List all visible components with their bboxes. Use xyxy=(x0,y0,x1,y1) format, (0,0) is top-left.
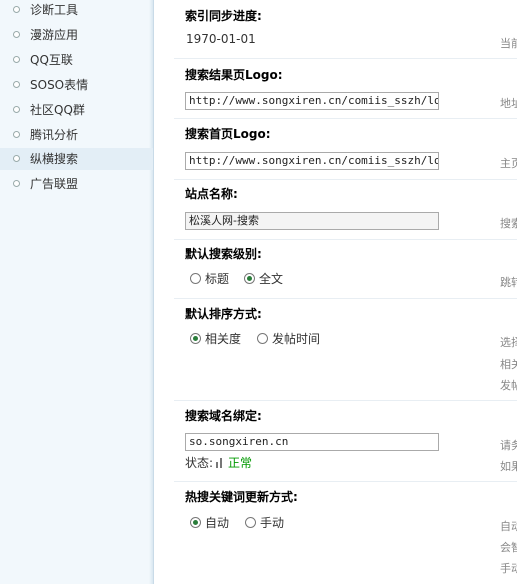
sidebar-item-label: 腾讯分析 xyxy=(30,128,79,142)
hint-text: 自动 xyxy=(500,520,517,533)
radio-off-icon xyxy=(245,517,256,528)
sidebar-item-ad-alliance[interactable]: 广告联盟 xyxy=(0,173,153,195)
hint-text: 手动 xyxy=(500,562,517,575)
hint-text: 如果 xyxy=(500,460,517,473)
sync-date: 1970-01-01 xyxy=(186,32,256,46)
section-title: 站点名称: xyxy=(185,187,238,201)
sidebar: 诊断工具 漫游应用 QQ互联 SOSO表情 社区QQ群 腾讯分析 纵横搜索 广告… xyxy=(0,0,154,584)
section-search-level: 默认搜索级别: 标题 全文 跳转 xyxy=(174,239,517,299)
section-title: 默认搜索级别: xyxy=(185,247,262,261)
sidebar-item-label: QQ互联 xyxy=(30,53,73,67)
radio-off-icon xyxy=(190,273,201,284)
sidebar-item-soso-emoji[interactable]: SOSO表情 xyxy=(0,74,153,96)
bullet-icon xyxy=(13,180,20,187)
sidebar-item-search[interactable]: 纵横搜索 xyxy=(0,148,153,170)
hint-text: 选择 xyxy=(500,336,517,349)
hint-text: 地址 xyxy=(500,97,517,110)
sidebar-item-qq-connect[interactable]: QQ互联 xyxy=(0,49,153,71)
hint-text: 搜索 xyxy=(500,217,517,230)
sidebar-item-qq-group[interactable]: 社区QQ群 xyxy=(0,99,153,121)
bullet-icon xyxy=(13,131,20,138)
bullet-icon xyxy=(13,31,20,38)
section-title: 默认排序方式: xyxy=(185,307,262,321)
radio-on-icon xyxy=(190,517,201,528)
settings-form: 索引同步进度: 1970-01-01 当前 搜索结果页Logo: http://… xyxy=(160,0,517,584)
section-title: 搜索首页Logo: xyxy=(185,127,271,141)
radio-off-icon xyxy=(257,333,268,344)
hint-text: 主页 xyxy=(500,157,517,170)
section-title: 热搜关键词更新方式: xyxy=(185,490,298,504)
radio-on-icon xyxy=(244,273,255,284)
radio-label: 自动 xyxy=(205,516,230,530)
radio-relevance[interactable]: 相关度 xyxy=(190,330,241,347)
section-title: 索引同步进度: xyxy=(185,9,262,23)
bullet-icon xyxy=(13,81,20,88)
hint-text: 发帖 xyxy=(500,379,517,392)
radio-label: 全文 xyxy=(259,272,284,286)
status-value: 正常 xyxy=(228,456,253,470)
domain-status: 状态: 正常 xyxy=(185,454,252,471)
radio-auto[interactable]: 自动 xyxy=(190,514,229,531)
sidebar-item-label: SOSO表情 xyxy=(30,78,89,92)
sidebar-item-roaming[interactable]: 漫游应用 xyxy=(0,24,153,46)
sidebar-item-label: 社区QQ群 xyxy=(30,103,85,117)
bullet-icon xyxy=(13,155,20,162)
radio-label: 相关度 xyxy=(205,332,242,346)
radio-post-time[interactable]: 发帖时间 xyxy=(257,330,320,347)
section-domain-bind: 搜索域名绑定: so.songxiren.cn 状态: 正常 请务 如果 xyxy=(174,400,517,482)
section-sync-progress: 索引同步进度: 1970-01-01 当前 xyxy=(174,0,517,59)
home-logo-input[interactable]: http://www.songxiren.cn/comiis_sszh/logo… xyxy=(185,152,439,170)
hint-text: 当前 xyxy=(500,37,517,50)
radio-title[interactable]: 标题 xyxy=(190,270,229,287)
site-name-input[interactable]: 松溪人网-搜索 xyxy=(185,212,439,230)
section-sort-order: 默认排序方式: 相关度 发帖时间 选择 相关 发帖 xyxy=(174,298,517,401)
signal-icon xyxy=(216,458,223,468)
radio-label: 发帖时间 xyxy=(272,332,321,346)
sidebar-item-label: 广告联盟 xyxy=(30,177,79,191)
bullet-icon xyxy=(13,56,20,63)
hint-text: 请务 xyxy=(500,439,517,452)
radio-manual[interactable]: 手动 xyxy=(245,514,284,531)
section-title: 搜索结果页Logo: xyxy=(185,68,283,82)
status-label: 状态: xyxy=(185,456,214,470)
bullet-icon xyxy=(13,6,20,13)
section-title: 搜索域名绑定: xyxy=(185,409,262,423)
sidebar-item-label: 纵横搜索 xyxy=(30,152,79,166)
bullet-icon xyxy=(13,106,20,113)
hint-text: 跳转 xyxy=(500,276,517,289)
section-home-logo: 搜索首页Logo: http://www.songxiren.cn/comiis… xyxy=(174,118,517,180)
radio-label: 标题 xyxy=(205,272,230,286)
radio-on-icon xyxy=(190,333,201,344)
result-logo-input[interactable]: http://www.songxiren.cn/comiis_sszh/logo… xyxy=(185,92,439,110)
hint-text: 相关 xyxy=(500,358,517,371)
section-site-name: 站点名称: 松溪人网-搜索 搜索 xyxy=(174,179,517,240)
hint-text: 会智 xyxy=(500,541,517,554)
section-result-logo: 搜索结果页Logo: http://www.songxiren.cn/comii… xyxy=(174,58,517,119)
sidebar-item-label: 漫游应用 xyxy=(30,28,79,42)
sidebar-item-tencent-analytics[interactable]: 腾讯分析 xyxy=(0,124,153,146)
sidebar-item-label: 诊断工具 xyxy=(30,3,79,17)
sidebar-item-diagnostics[interactable]: 诊断工具 xyxy=(0,0,153,21)
radio-fulltext[interactable]: 全文 xyxy=(244,270,283,287)
section-hot-update: 热搜关键词更新方式: 自动 手动 自动 会智 手动 xyxy=(174,481,517,584)
radio-label: 手动 xyxy=(260,516,285,530)
domain-input[interactable]: so.songxiren.cn xyxy=(185,433,439,451)
